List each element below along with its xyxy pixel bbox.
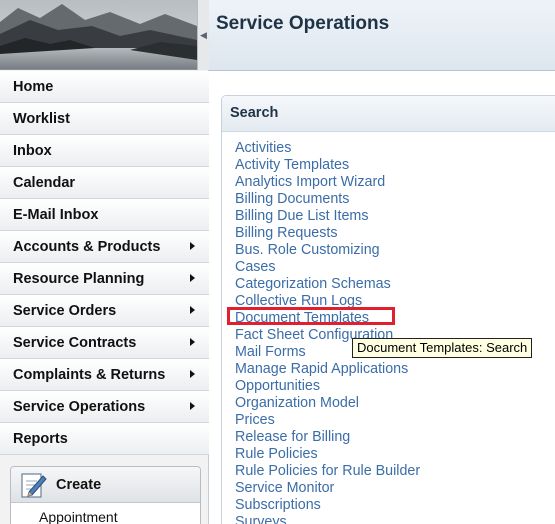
search-link-collective-run-logs[interactable]: Collective Run Logs: [235, 293, 420, 310]
search-link-manage-rapid-applications[interactable]: Manage Rapid Applications: [235, 361, 420, 378]
search-link-document-templates[interactable]: Document Templates: [235, 310, 420, 327]
page-title: Service Operations: [216, 13, 390, 34]
search-link-organization-model[interactable]: Organization Model: [235, 395, 420, 412]
page-header: Service Operations: [209, 0, 555, 71]
caret-right-icon: [190, 338, 195, 346]
search-link-bus-role-customizing[interactable]: Bus. Role Customizing: [235, 242, 420, 259]
search-link-subscriptions[interactable]: Subscriptions: [235, 497, 420, 514]
nav-item-label: Service Contracts: [13, 335, 137, 351]
nav-item-label: E-Mail Inbox: [13, 207, 99, 223]
caret-right-icon: [190, 274, 195, 282]
search-panel-header: Search: [222, 96, 555, 132]
create-panel-header[interactable]: Create: [11, 467, 200, 503]
create-appointment-link[interactable]: Appointment: [39, 509, 118, 524]
search-link-billing-documents[interactable]: Billing Documents: [235, 191, 420, 208]
caret-right-icon: [190, 370, 195, 378]
search-link-release-for-billing[interactable]: Release for Billing: [235, 429, 420, 446]
create-panel-title: Create: [56, 477, 102, 493]
search-link-activities[interactable]: Activities: [235, 140, 420, 157]
nav-item-reports[interactable]: Reports: [0, 423, 209, 455]
nav-item-label: Calendar: [13, 175, 76, 191]
nav-item-label: Service Operations: [13, 399, 146, 415]
nav-item-service-orders[interactable]: Service Orders: [0, 295, 209, 327]
search-link-cases[interactable]: Cases: [235, 259, 420, 276]
navigation-menu: Home Worklist Inbox Calendar E-Mail Inbo…: [0, 71, 209, 455]
search-link-opportunities[interactable]: Opportunities: [235, 378, 420, 395]
nav-item-label: Service Orders: [13, 303, 117, 319]
search-link-activity-templates[interactable]: Activity Templates: [235, 157, 420, 174]
nav-item-label: Worklist: [13, 111, 70, 127]
nav-item-label: Reports: [13, 431, 68, 447]
search-link-rule-policies-for-rule-builder[interactable]: Rule Policies for Rule Builder: [235, 463, 420, 480]
nav-item-worklist[interactable]: Worklist: [0, 103, 209, 135]
search-link-billing-requests[interactable]: Billing Requests: [235, 225, 420, 242]
create-panel: Create Appointment: [10, 466, 201, 524]
link-tooltip: Document Templates: Search: [352, 338, 533, 358]
nav-item-label: Resource Planning: [13, 271, 145, 287]
caret-right-icon: [190, 242, 195, 250]
search-link-service-monitor[interactable]: Service Monitor: [235, 480, 420, 497]
nav-item-resource-planning[interactable]: Resource Planning: [0, 263, 209, 295]
nav-item-service-contracts[interactable]: Service Contracts: [0, 327, 209, 359]
header-banner-image: [0, 0, 197, 70]
search-link-categorization-schemas[interactable]: Categorization Schemas: [235, 276, 420, 293]
create-pencil-icon: [18, 470, 48, 505]
caret-right-icon: [190, 306, 195, 314]
nav-item-label: Home: [13, 79, 54, 95]
nav-item-inbox[interactable]: Inbox: [0, 135, 209, 167]
search-link-list: Activities Activity Templates Analytics …: [235, 140, 420, 524]
nav-item-email-inbox[interactable]: E-Mail Inbox: [0, 199, 209, 231]
content-area: Service Operations Search Activities Act…: [209, 0, 555, 524]
nav-item-label: Complaints & Returns: [13, 367, 166, 383]
collapse-panel-button[interactable]: ◀: [197, 0, 209, 70]
search-link-rule-policies[interactable]: Rule Policies: [235, 446, 420, 463]
search-panel-title: Search: [230, 105, 279, 121]
search-link-surveys[interactable]: Surveys: [235, 514, 420, 524]
nav-item-service-operations[interactable]: Service Operations: [0, 391, 209, 423]
nav-item-complaints-returns[interactable]: Complaints & Returns: [0, 359, 209, 391]
nav-item-label: Accounts & Products: [13, 239, 161, 255]
chevron-left-icon: ◀: [200, 29, 207, 40]
nav-item-home[interactable]: Home: [0, 71, 209, 103]
nav-item-label: Inbox: [13, 143, 52, 159]
nav-item-calendar[interactable]: Calendar: [0, 167, 209, 199]
search-link-billing-due-list-items[interactable]: Billing Due List Items: [235, 208, 420, 225]
navigation-panel: ◀ Home Worklist Inbox Calendar E-Mail In…: [0, 0, 209, 524]
search-link-prices[interactable]: Prices: [235, 412, 420, 429]
caret-right-icon: [190, 402, 195, 410]
search-panel: Search Activities Activity Templates Ana…: [221, 95, 555, 524]
nav-item-accounts-products[interactable]: Accounts & Products: [0, 231, 209, 263]
search-link-analytics-import-wizard[interactable]: Analytics Import Wizard: [235, 174, 420, 191]
